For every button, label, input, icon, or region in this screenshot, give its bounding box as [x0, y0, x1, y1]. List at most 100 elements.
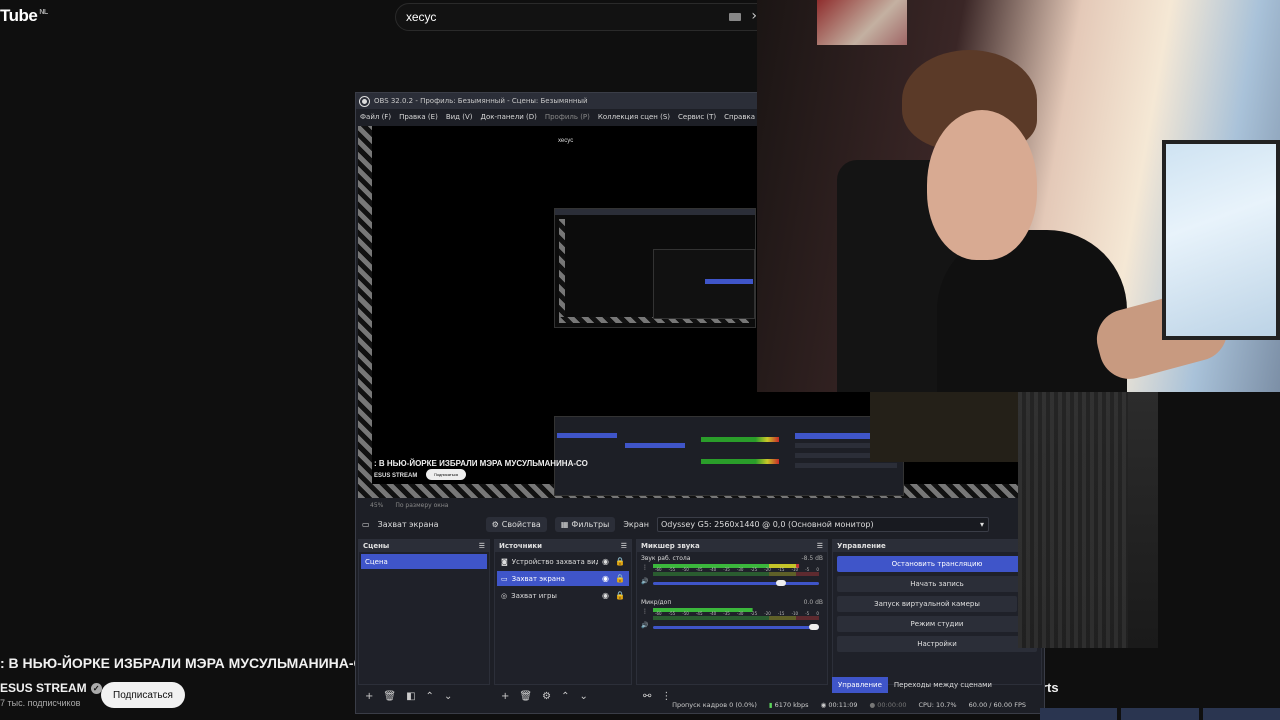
source-item-video-capture[interactable]: ◙ Устройство захвата видео ◉🔒	[497, 554, 629, 569]
chevron-down-icon: ▾	[979, 519, 984, 529]
wall-poster	[817, 0, 907, 45]
gear-icon: ⚙	[491, 519, 499, 529]
obs-logo-icon	[360, 96, 369, 106]
source-item-game-capture[interactable]: ◎ Захват игры ◉ 🔒	[497, 588, 629, 603]
menu-item[interactable]: Файл (F)	[360, 113, 391, 121]
dock-menu-icon[interactable]: ☰	[479, 542, 485, 550]
scale-tick: 0	[816, 611, 819, 616]
lock-icon[interactable]: 🔒	[615, 574, 625, 583]
fit-mode[interactable]: По размеру окна	[395, 502, 448, 509]
scale-tick: -15	[777, 567, 785, 572]
scale-tick: -60	[655, 611, 662, 616]
level-meter	[653, 572, 819, 576]
scale-tick: -50	[682, 567, 689, 572]
scale-tick: -35	[723, 611, 730, 616]
source-toolbar: ▭ Захват экрана ⚙ Свойства ▦ Фильтры Экран…	[356, 513, 1044, 535]
sources-title: Источники	[499, 542, 543, 550]
zoom-bar: 45% По размеру окна	[356, 500, 1044, 510]
filters-button[interactable]: ▦ Фильтры	[554, 516, 616, 532]
start-virtual-camera-button[interactable]: Запуск виртуальной камеры	[837, 596, 1017, 612]
channel-name: Звук раб. стола	[641, 555, 691, 562]
scene-item[interactable]: Сцена	[361, 554, 487, 569]
signal-icon: ▮	[768, 701, 773, 709]
scenes-title: Сцены	[363, 542, 390, 550]
menu-item[interactable]: Вид (V)	[446, 113, 473, 121]
stream-time: 00:11:09	[828, 701, 858, 709]
volume-knob[interactable]	[775, 580, 786, 586]
eye-icon[interactable]: ◉	[602, 557, 609, 566]
status-bar: Пропуск кадров 0 (0.0%) ▮ 6170 kbps ◉ 00…	[356, 696, 1044, 713]
properties-button[interactable]: ⚙ Свойства	[485, 516, 547, 532]
tab-controls[interactable]: Управление	[832, 677, 888, 693]
menu-item[interactable]: Сервис (T)	[678, 113, 716, 121]
scale-tick: -5	[805, 611, 810, 616]
speaker-icon[interactable]: 🔊	[641, 578, 648, 585]
pc-case	[1162, 140, 1280, 340]
monitor-icon: ▭	[501, 574, 508, 583]
eye-icon[interactable]: ◉	[602, 574, 609, 583]
channel-menu-icon[interactable]: ⋮	[642, 608, 648, 615]
youtube-logo[interactable]: Tube NL	[0, 6, 48, 26]
dock-menu-icon[interactable]: ☰	[621, 542, 627, 550]
person-face	[927, 110, 1037, 260]
filter-icon: ▦	[560, 519, 569, 529]
verified-icon: ✓	[90, 682, 102, 694]
screen-label: Экран	[623, 519, 649, 529]
speaker-icon[interactable]: 🔊	[641, 622, 648, 629]
preview-video-title: : В НЬЮ-ЙОРКЕ ИЗБРАЛИ МЭРА МУСУЛЬМАНИНА-…	[374, 459, 588, 468]
channel-db: 0.0 dB	[803, 599, 823, 606]
scale-tick: 0	[816, 567, 819, 572]
scale-tick: -10	[791, 567, 799, 572]
scale-tick: -20	[764, 567, 771, 572]
preview-subscribe: Подписаться	[426, 469, 466, 480]
selected-source-name: Захват экрана	[377, 519, 439, 529]
scale-tick: -40	[709, 611, 717, 616]
dock-menu-icon[interactable]: ☰	[817, 542, 823, 550]
gamepad-icon: ◎	[501, 591, 508, 600]
menu-item[interactable]: Правка (E)	[399, 113, 438, 121]
preview-channel: ESUS STREAM	[374, 473, 418, 479]
menu-item[interactable]: Профиль (P)	[545, 113, 590, 121]
fps-readout: 60.00 / 60.00 FPS	[968, 701, 1026, 709]
mixer-title: Микшер звука	[641, 542, 700, 550]
controls-title: Управление	[837, 542, 886, 550]
record-time: 00:00:00	[877, 701, 907, 709]
source-item-screen-capture[interactable]: ▭ Захват экрана ◉ 🔒	[497, 571, 629, 586]
scale-tick: -35	[723, 567, 730, 572]
tab-scene-transitions[interactable]: Переходы между сценами	[888, 677, 998, 693]
volume-slider[interactable]	[653, 626, 819, 629]
scale-tick: -50	[682, 611, 689, 616]
channel-name: Микр/доп	[641, 599, 672, 606]
start-recording-button[interactable]: Начать запись	[837, 576, 1037, 592]
scale-tick: -30	[736, 567, 744, 572]
channel-menu-icon[interactable]: ⋮	[642, 564, 648, 571]
search-query: хесус	[406, 10, 437, 24]
scale-tick: -10	[791, 611, 799, 616]
mixer-channel-desktop: Звук раб. стола -8.5 dB ⋮ -60 -55 -50 -45 -4…	[637, 552, 827, 596]
stream-icon: ◉	[820, 701, 827, 709]
scenes-dock: Сцены ☰ Сцена + 🗑 ◧ ⌃ ⌄	[358, 539, 490, 702]
menu-item[interactable]: Док-панели (D)	[480, 113, 536, 121]
channel-db: -8.5 dB	[801, 555, 823, 562]
eye-icon[interactable]: ◉	[602, 591, 609, 600]
lock-icon[interactable]: 🔒	[615, 557, 625, 566]
settings-button[interactable]: Настройки	[837, 636, 1037, 652]
stop-streaming-button[interactable]: Остановить трансляцию	[837, 556, 1037, 572]
menu-item[interactable]: Коллекция сцен (S)	[598, 113, 670, 121]
scale-tick: -45	[695, 567, 703, 572]
scale-tick: -40	[709, 567, 717, 572]
window-title: OBS 32.0.2 - Профиль: Безымянный - Сцены…	[374, 97, 588, 105]
studio-mode-button[interactable]: Режим студии	[837, 616, 1037, 632]
subscriber-count: 7 тыс. подписчиков	[0, 698, 81, 708]
monitor-select[interactable]: Odyssey G5: 2560x1440 @ 0,0 (Основной мо…	[656, 516, 989, 532]
keyboard-icon[interactable]	[729, 13, 741, 21]
zoom-level[interactable]: 45%	[370, 502, 383, 509]
lock-icon[interactable]: 🔒	[615, 591, 625, 600]
dropped-frames: Пропуск кадров 0 (0.0%)	[672, 701, 757, 709]
volume-slider[interactable]	[653, 582, 819, 585]
scale-tick: -55	[668, 611, 676, 616]
channel-name[interactable]: ESUS STREAM ✓	[0, 681, 102, 695]
volume-knob[interactable]	[809, 624, 819, 630]
youtube-search-input[interactable]: хесус ›	[395, 3, 760, 31]
subscribe-button[interactable]: Подписаться	[101, 682, 185, 708]
